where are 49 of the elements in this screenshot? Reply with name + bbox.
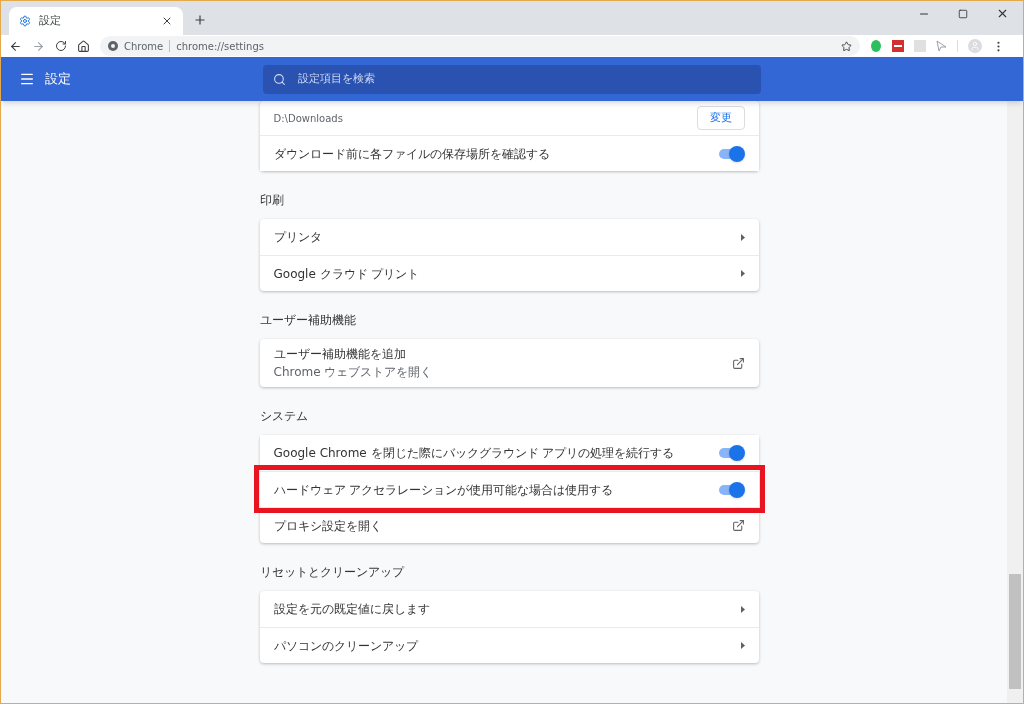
section-title: システム [259,408,309,425]
section-title: リセットとクリーンアップ [259,564,406,581]
globe-icon [108,41,118,51]
back-icon[interactable] [9,39,22,53]
page-title: 設定 [45,70,71,89]
setting-label: ダウンロード前に各ファイルの保存場所を確認する [273,145,550,163]
setting-sublabel: Chrome ウェブストアを開く [273,364,433,381]
setting-label[interactable]: Google クラウド プリント [273,264,420,283]
address-bar[interactable]: Chrome chrome://settings [100,36,860,56]
menu-icon[interactable] [19,71,35,87]
caret-icon [740,605,745,613]
toggle-switch[interactable] [718,145,745,162]
new-tab-icon[interactable] [193,13,207,27]
settings-icon [19,15,31,27]
bookmark-star-icon[interactable] [841,40,852,52]
extension-icon[interactable] [892,40,904,52]
toggle-switch[interactable] [718,481,745,498]
setting-label[interactable]: ユーザー補助機能を追加 [273,345,433,363]
cursor-extension-icon[interactable] [936,40,947,52]
caret-icon [740,270,745,277]
section-title: 印刷 [259,192,285,209]
caret-icon [740,233,745,241]
search-field[interactable]: 設定項目を検索 [263,64,761,94]
download-path: D:\Downloads [273,111,343,126]
setting-label: Google Chrome を閉じた際にバックグラウンド アプリの処理を続行する [273,445,675,462]
toggle-switch[interactable] [718,445,745,461]
tab-title: 設定 [39,12,62,29]
browser-tab[interactable]: 設定 [9,7,183,35]
setting-label: ハードウェア アクセラレーションが使用可能な場合は使用する [273,481,614,499]
url-text: chrome://settings [176,39,265,54]
setting-label[interactable]: パソコンのクリーンアップ [273,636,418,655]
section-title: ユーザー補助機能 [259,312,357,329]
change-button[interactable]: 変更 [696,106,745,130]
close-icon[interactable] [996,7,1009,20]
search-placeholder: 設定項目を検索 [298,70,375,87]
reload-icon[interactable] [55,40,67,52]
search-icon [273,72,286,86]
home-icon[interactable] [77,39,90,53]
close-icon[interactable] [161,15,173,27]
setting-label[interactable]: 設定を元の既定値に戻します [273,600,430,618]
external-link-icon[interactable] [731,519,745,532]
setting-label[interactable]: プリンタ [273,228,322,246]
site-name: Chrome [124,39,164,54]
caret-icon [740,642,745,649]
maximize-icon[interactable] [958,8,968,19]
forward-icon[interactable] [32,39,45,53]
scrollbar[interactable] [1007,101,1023,703]
external-link-icon[interactable] [731,356,745,370]
setting-label[interactable]: プロキシ設定を開く [273,516,382,535]
